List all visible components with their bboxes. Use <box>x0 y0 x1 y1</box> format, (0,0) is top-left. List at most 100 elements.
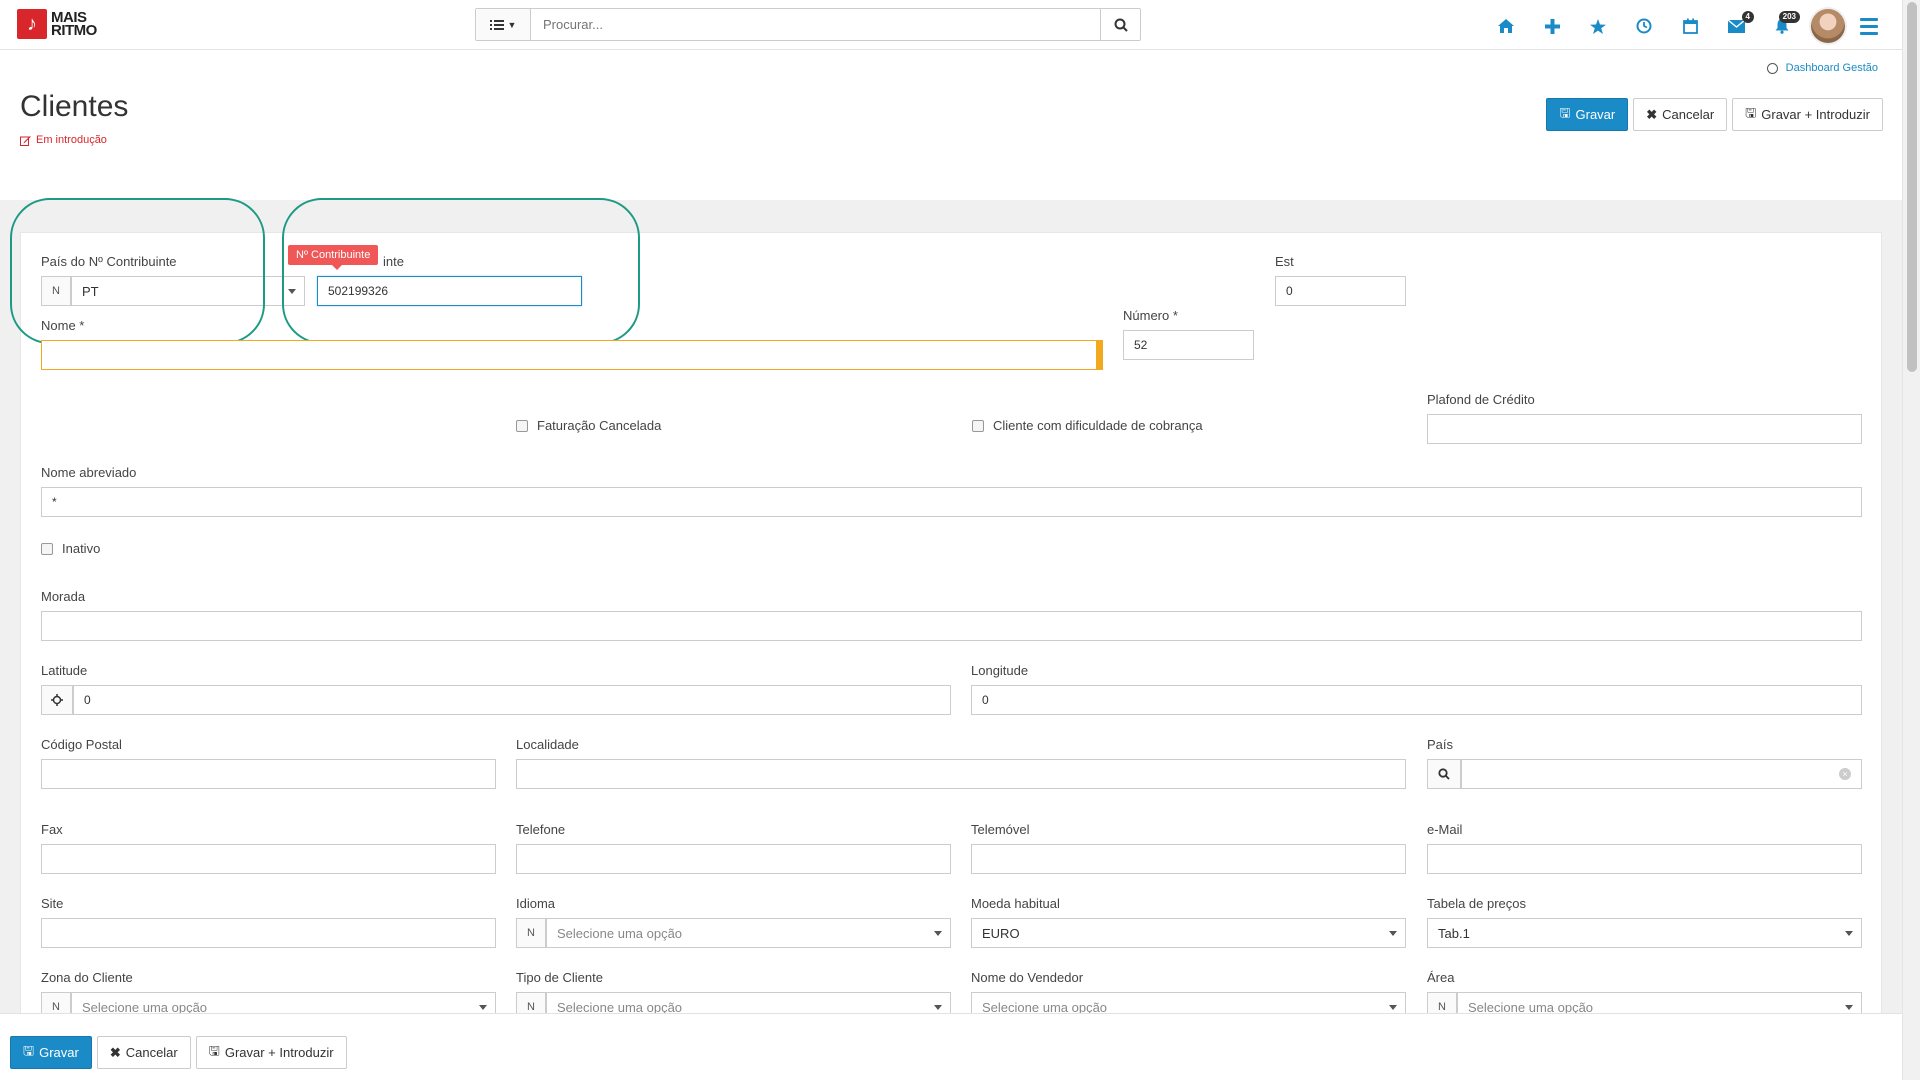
notification-badge: 203 <box>1778 11 1800 23</box>
floppy-disk-icon: 🖫 <box>1745 104 1757 120</box>
field-label-idioma: Idioma <box>516 896 556 911</box>
field-label-telemovel: Telemóvel <box>971 822 1030 837</box>
faturacao-cancelada-checkbox[interactable]: Faturação Cancelada <box>516 418 661 433</box>
nav-icon-bar: 4 203 <box>1483 7 1887 45</box>
calendar-icon[interactable] <box>1667 8 1713 44</box>
field-label-tipo: Tipo de Cliente <box>516 970 603 985</box>
nome-input[interactable] <box>41 340 1103 370</box>
nome-abreviado-input[interactable]: * <box>41 487 1862 517</box>
chevron-down-icon <box>1389 931 1397 936</box>
numero-input[interactable]: 52 <box>1123 330 1254 360</box>
field-label-nome: Nome * <box>41 318 85 333</box>
localidade-input[interactable] <box>516 759 1406 789</box>
clock-icon[interactable] <box>1621 8 1667 44</box>
field-label-tabela-precos: Tabela de preços <box>1427 896 1527 911</box>
search-icon <box>1114 18 1128 32</box>
field-label-pais: País <box>1427 737 1454 752</box>
search-input[interactable] <box>531 9 1100 40</box>
page-scrollbar[interactable] <box>1902 0 1920 1080</box>
moeda-select[interactable]: EURO <box>971 918 1406 948</box>
field-label-site: Site <box>41 896 64 911</box>
est-input[interactable]: 0 <box>1275 276 1406 306</box>
record-status: Em introdução <box>20 134 107 146</box>
field-label-area: Área <box>1427 970 1455 985</box>
header-actions: 🖫 Gravar ✖ Cancelar 🖫 Gravar + Introduzi… <box>1546 98 1883 131</box>
crosshair-icon <box>51 694 63 706</box>
user-avatar[interactable] <box>1809 7 1847 45</box>
pais-search-button[interactable] <box>1427 759 1461 789</box>
record-status-label: Em introdução <box>36 134 107 146</box>
search-button[interactable] <box>1100 9 1140 40</box>
bell-icon[interactable]: 203 <box>1759 8 1805 44</box>
latitude-input[interactable]: 0 <box>73 685 951 715</box>
field-label-vendedor: Nome do Vendedor <box>971 970 1084 985</box>
scrollbar-thumb[interactable] <box>1907 2 1917 372</box>
edit-icon <box>20 135 31 146</box>
floppy-disk-icon: 🖫 <box>1559 104 1571 120</box>
home-icon[interactable] <box>1483 8 1529 44</box>
field-label-moeda: Moeda habitual <box>971 896 1060 911</box>
idioma-select[interactable]: Selecione uma opção <box>546 918 951 948</box>
cancel-button[interactable]: ✖ Cancelar <box>1633 98 1728 131</box>
morada-input[interactable] <box>41 611 1862 641</box>
field-label-fax: Fax <box>41 822 63 837</box>
tabela-precos-select[interactable]: Tab.1 <box>1427 918 1862 948</box>
chevron-down-icon <box>479 1005 487 1010</box>
top-navbar: ♪ MAIS RITMO ▼ 4 <box>0 0 1902 50</box>
plafond-input[interactable] <box>1427 414 1862 444</box>
page-title: Clientes <box>20 90 129 123</box>
codigo-postal-input[interactable] <box>41 759 496 789</box>
inativo-checkbox[interactable]: Inativo <box>41 541 100 556</box>
app-logo[interactable]: ♪ MAIS RITMO <box>17 9 97 39</box>
chevron-down-icon <box>934 931 942 936</box>
field-label-localidade: Localidade <box>516 737 579 752</box>
field-label-codigo-postal: Código Postal <box>41 737 122 752</box>
field-label-zona: Zona do Cliente <box>41 970 133 985</box>
search-icon <box>1438 768 1450 780</box>
hamburger-menu-icon[interactable] <box>1851 8 1887 44</box>
close-icon: ✖ <box>109 1044 121 1060</box>
dashboard-link[interactable]: Dashboard Gestão <box>1766 62 1878 74</box>
longitude-input[interactable]: 0 <box>971 685 1862 715</box>
fax-input[interactable] <box>41 844 496 874</box>
highlight-circle-contribuinte <box>282 198 640 344</box>
logo-line2: RITMO <box>51 22 97 39</box>
mail-icon[interactable]: 4 <box>1713 8 1759 44</box>
clock-icon <box>1766 62 1778 74</box>
floppy-disk-icon: 🖫 <box>208 1042 220 1058</box>
footer-save-and-insert-button[interactable]: 🖫 Gravar + Introduzir <box>195 1036 347 1069</box>
clear-icon[interactable]: × <box>1839 768 1851 780</box>
dashboard-link-label: Dashboard Gestão <box>1785 62 1878 74</box>
save-and-insert-button[interactable]: 🖫 Gravar + Introduzir <box>1732 98 1883 131</box>
footer-save-button[interactable]: 🖫 Gravar <box>10 1036 92 1069</box>
save-button[interactable]: 🖫 Gravar <box>1546 98 1629 131</box>
field-label-latitude: Latitude <box>41 663 88 678</box>
site-input[interactable] <box>41 918 496 948</box>
chevron-down-icon <box>1845 931 1853 936</box>
field-label-longitude: Longitude <box>971 663 1029 678</box>
dificuldade-cobranca-checkbox[interactable]: Cliente com dificuldade de cobrança <box>972 418 1203 433</box>
idioma-prefix[interactable]: N <box>516 918 546 948</box>
list-icon <box>489 19 504 30</box>
field-label-morada: Morada <box>41 589 86 604</box>
email-input[interactable] <box>1427 844 1862 874</box>
floppy-disk-icon: 🖫 <box>23 1042 35 1058</box>
footer-cancel-button[interactable]: ✖ Cancelar <box>96 1036 191 1069</box>
telefone-input[interactable] <box>516 844 951 874</box>
chevron-down-icon <box>934 1005 942 1010</box>
field-label-telefone: Telefone <box>516 822 566 837</box>
bottom-action-bar: 🖫 Gravar ✖ Cancelar 🖫 Gravar + Introduzi… <box>0 1013 1902 1080</box>
field-label-est: Est <box>1275 254 1294 269</box>
search-scope-dropdown[interactable]: ▼ <box>476 9 531 40</box>
close-icon: ✖ <box>1646 106 1658 122</box>
mail-badge: 4 <box>1741 11 1754 23</box>
field-label-numero: Número * <box>1123 308 1178 323</box>
chevron-down-icon <box>1389 1005 1397 1010</box>
telemovel-input[interactable] <box>971 844 1406 874</box>
pais-input[interactable]: × <box>1461 759 1862 789</box>
plus-icon[interactable] <box>1529 8 1575 44</box>
star-icon[interactable] <box>1575 8 1621 44</box>
music-note-icon: ♪ <box>17 9 47 39</box>
field-label-nome-abreviado: Nome abreviado <box>41 465 137 480</box>
locate-button[interactable] <box>41 685 73 715</box>
